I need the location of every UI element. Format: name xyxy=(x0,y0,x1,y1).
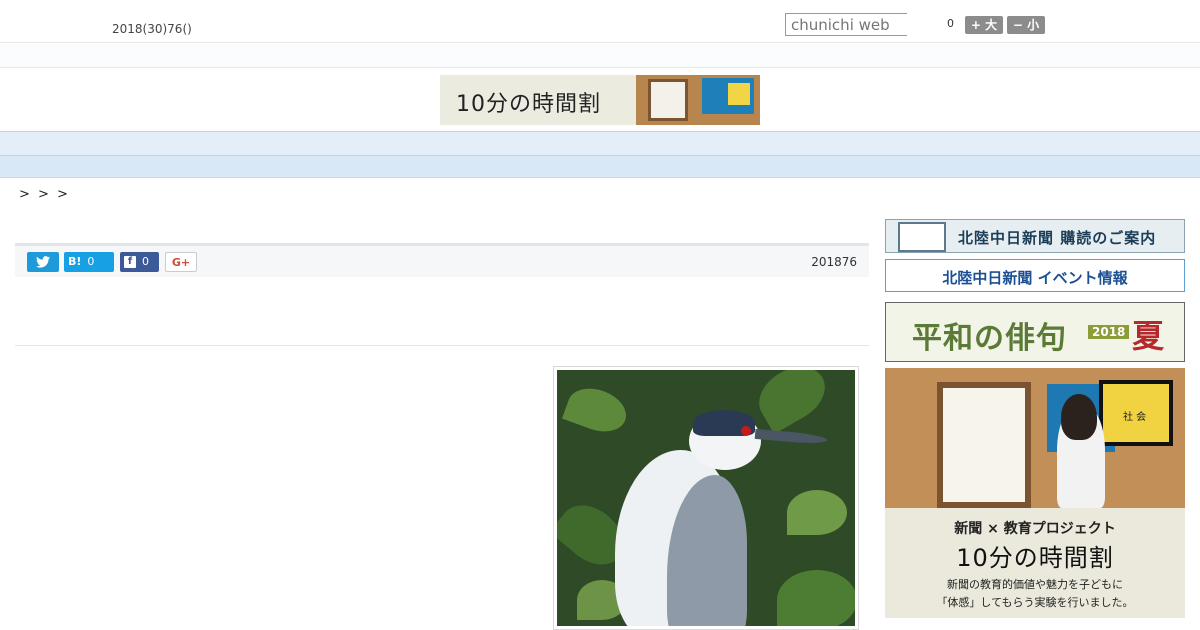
facebook-share-button[interactable]: f0 xyxy=(120,252,159,272)
newspaper-book-icon xyxy=(898,222,946,252)
search-input[interactable] xyxy=(785,13,907,36)
jikan-line-3: 新聞の教育的価値や魅力を子どもに xyxy=(947,578,1123,591)
haiku-label: 平和の俳句 xyxy=(912,321,1067,356)
haiku-year: 2018 xyxy=(1088,325,1130,339)
subscribe-label: 北陸中日新聞 購読のご案内 xyxy=(958,229,1157,247)
header-sub-bar xyxy=(0,44,1200,68)
classroom-photo: 社 会 xyxy=(885,368,1185,508)
hatena-icon: B! xyxy=(68,255,82,268)
leaf-shape xyxy=(787,490,847,535)
screen-label: 社 会 xyxy=(1123,412,1147,423)
screen-graphic: 社 会 xyxy=(1099,380,1173,446)
leaf-shape xyxy=(749,370,835,435)
jikan-line-1: 新聞 × 教育プロジェクト xyxy=(954,521,1116,537)
facebook-count: 0 xyxy=(142,255,149,268)
heron-beak xyxy=(754,428,828,446)
banner-screen-graphic xyxy=(728,83,750,105)
banner-photo xyxy=(636,75,760,125)
heron-image xyxy=(557,370,855,626)
article-photo xyxy=(553,366,859,630)
breadcrumb[interactable]: > > > xyxy=(19,187,70,202)
published-date: 201876 xyxy=(811,255,857,269)
subscribe-banner[interactable]: 北陸中日新聞 購読のご案内 xyxy=(885,219,1185,253)
leaf-shape xyxy=(777,570,855,626)
content-divider xyxy=(15,345,869,346)
banner-window-graphic xyxy=(648,79,688,121)
current-date: 2018(30)76() xyxy=(112,22,192,36)
hatena-count: 0 xyxy=(87,255,95,268)
font-size-count: 0 xyxy=(947,17,954,30)
haiku-season: 夏 xyxy=(1132,317,1165,355)
leaf-shape xyxy=(561,380,633,440)
hatena-bookmark-button[interactable]: B! 0 xyxy=(64,252,114,272)
main-nav xyxy=(0,131,1200,156)
jikan-banner[interactable]: 10分の時間割 xyxy=(440,75,760,125)
event-label: 北陸中日新聞 イベント情報 xyxy=(942,269,1128,287)
jikan-line-4: 「体感」してもらう実験を行いました。 xyxy=(936,596,1134,609)
jikan-title: 10分の時間割 xyxy=(956,544,1114,572)
top-bar: 2018(30)76() 0 + 大 − 小 xyxy=(0,0,1200,43)
twitter-share-button[interactable] xyxy=(27,252,59,272)
student-hair xyxy=(1061,394,1097,440)
banner-title: 10分の時間割 xyxy=(456,92,601,117)
share-bar: B! 0 f0 G+ 201876 xyxy=(15,243,869,277)
twitter-icon xyxy=(36,256,50,268)
font-larger-button[interactable]: + 大 xyxy=(965,16,1003,34)
facebook-icon: f xyxy=(124,256,136,268)
font-smaller-button[interactable]: − 小 xyxy=(1007,16,1045,34)
window-graphic xyxy=(937,382,1031,508)
event-banner[interactable]: 北陸中日新聞 イベント情報 xyxy=(885,259,1185,292)
haiku-banner[interactable]: 平和の俳句 2018 夏 xyxy=(885,302,1185,362)
heron-eye xyxy=(741,426,751,436)
google-plus-button[interactable]: G+ xyxy=(165,252,197,272)
jikan-sidebar-banner[interactable]: 社 会 新聞 × 教育プロジェクト 10分の時間割 新聞の教育的価値や魅力を子ど… xyxy=(885,368,1185,618)
sub-nav xyxy=(0,156,1200,178)
